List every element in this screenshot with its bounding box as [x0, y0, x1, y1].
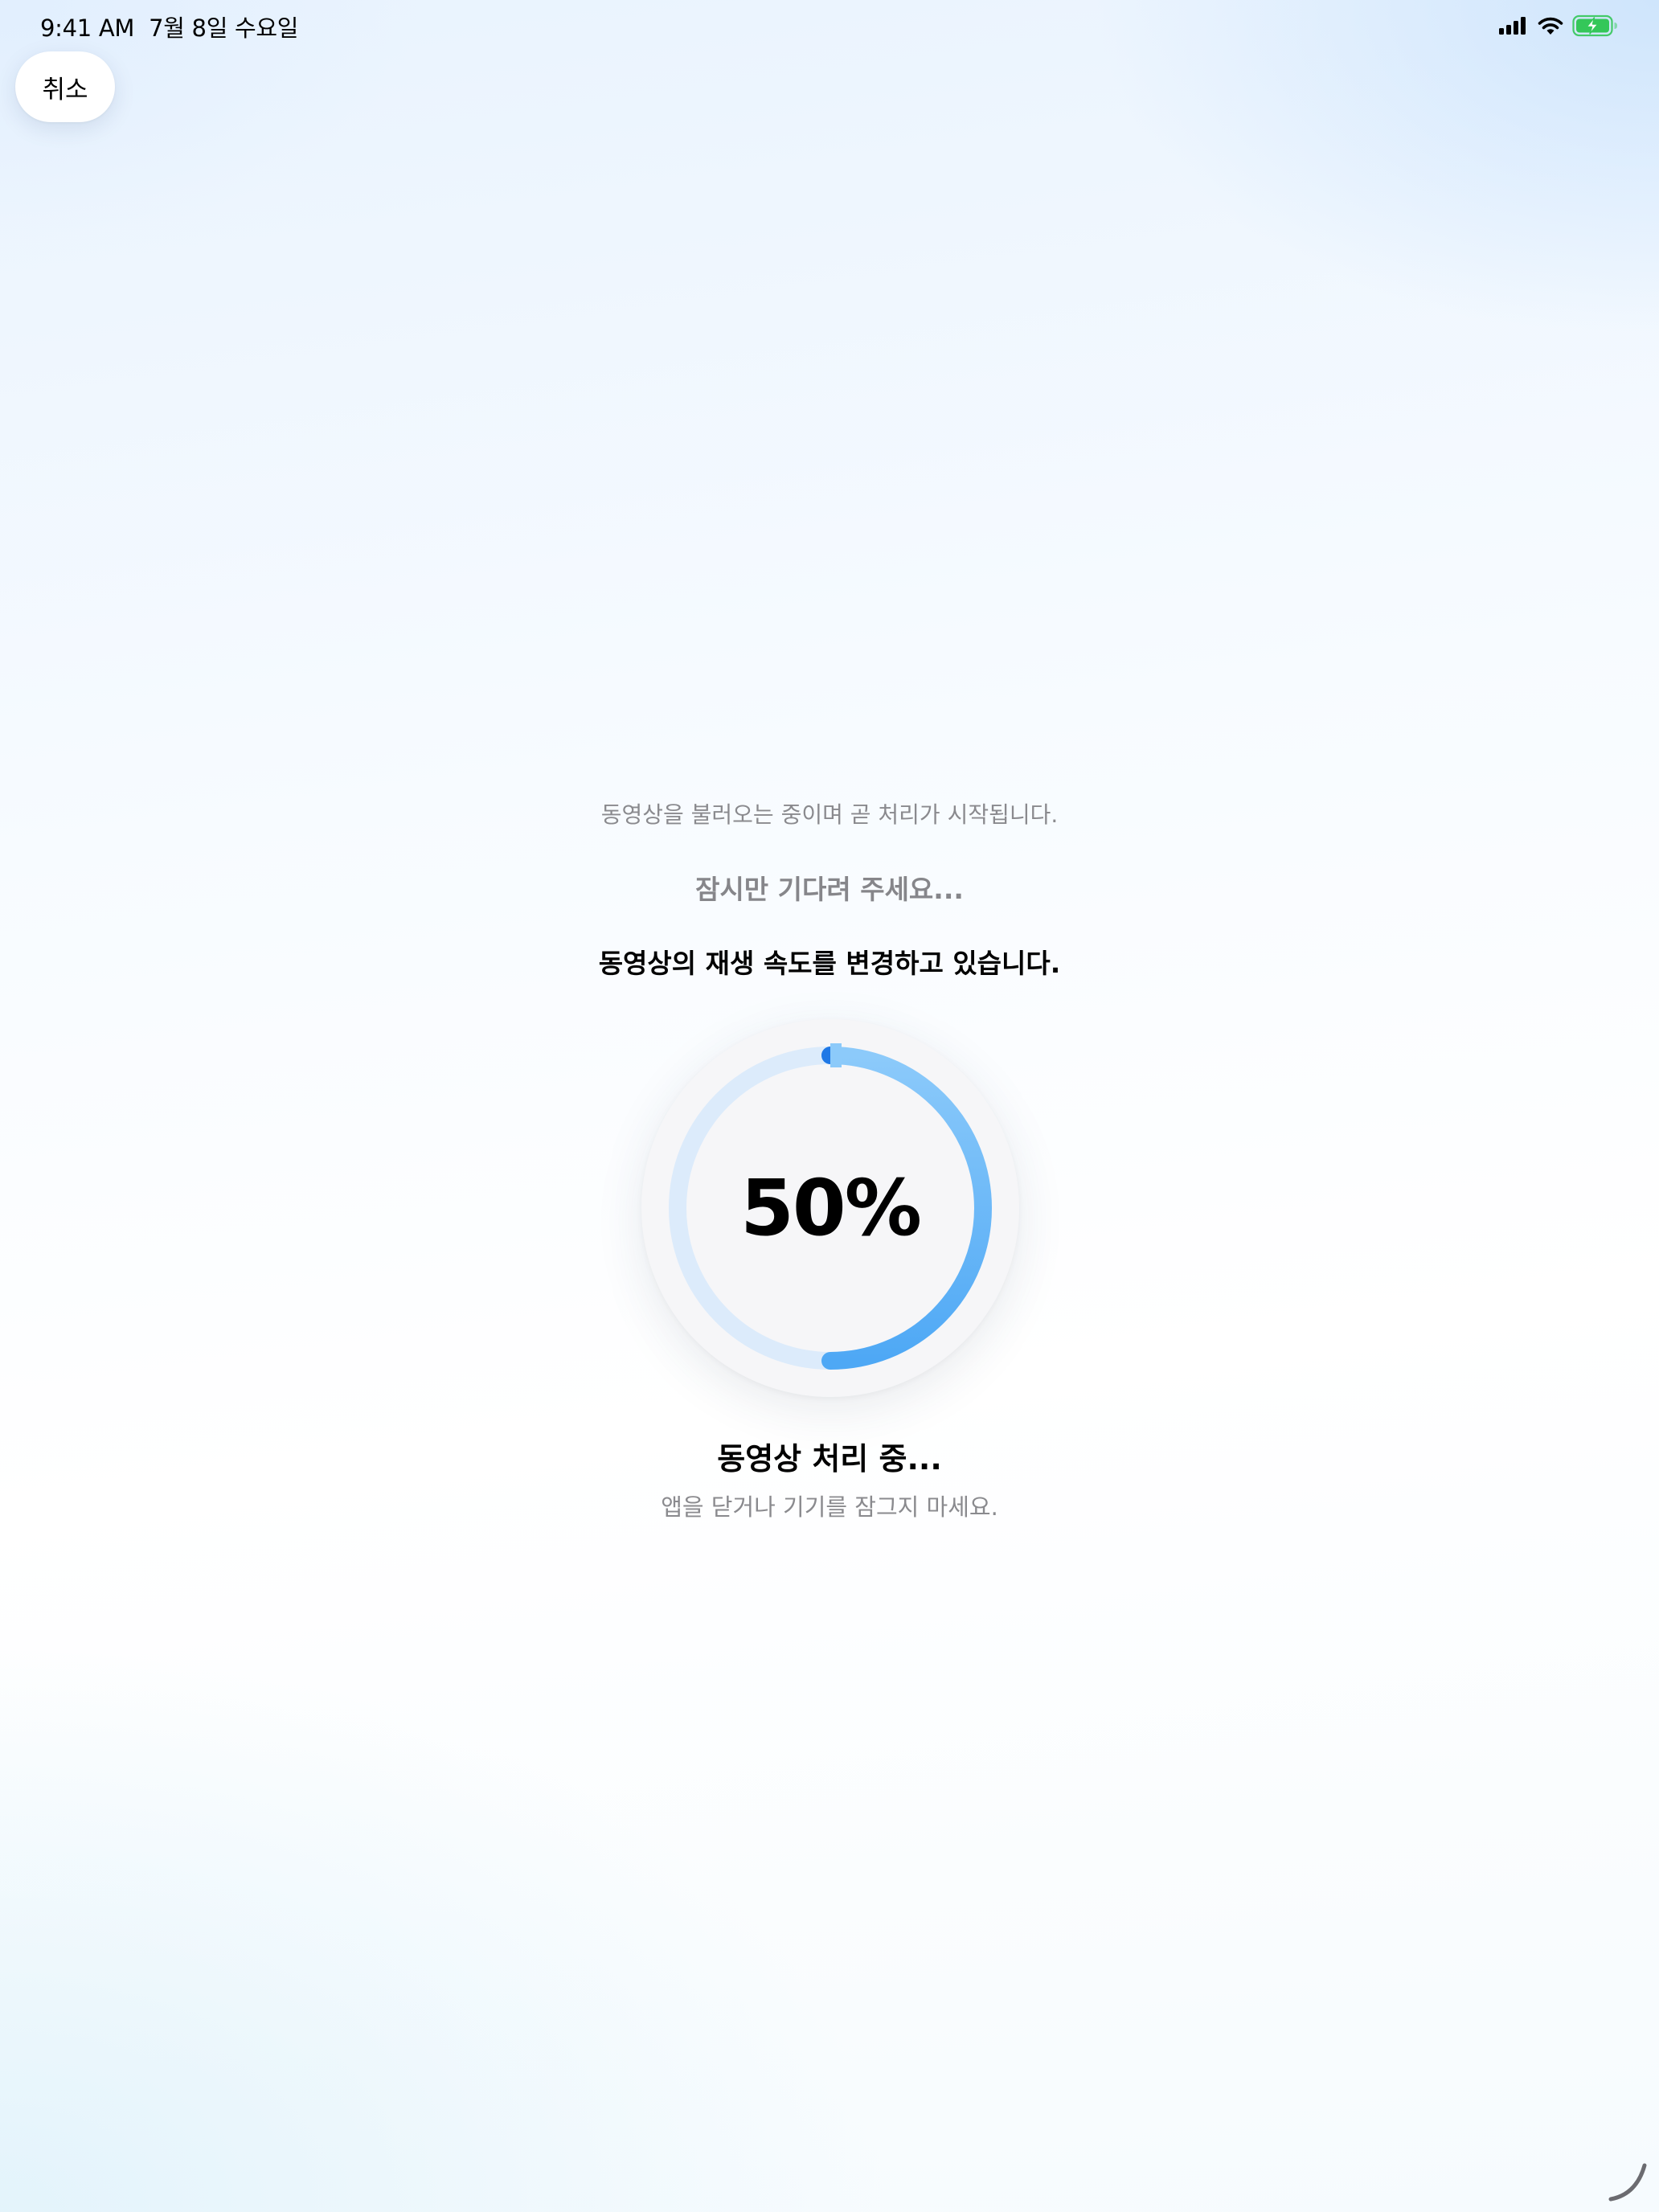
- loading-message: 동영상을 불러오는 중이며 곧 처리가 시작됩니다.: [600, 801, 1059, 828]
- status-icons: [1498, 14, 1619, 37]
- status-time-date: 9:41 AM 7월 8일 수요일: [40, 10, 313, 43]
- cancel-button[interactable]: 취소: [15, 51, 115, 122]
- wait-message: 잠시만 기다려 주세요...: [695, 874, 964, 905]
- processing-subtitle: 앱을 닫거나 기기를 잠그지 마세요.: [661, 1493, 998, 1521]
- progress-ring: 50%: [641, 1019, 1019, 1397]
- processing-title: 동영상 처리 중...: [717, 1441, 942, 1477]
- cellular-signal-icon: [1499, 17, 1526, 35]
- status-time: 9:41 AM: [40, 14, 135, 42]
- status-bar: 9:41 AM 7월 8일 수요일: [0, 0, 1659, 51]
- speed-change-message: 동영상의 재생 속도를 변경하고 있습니다.: [598, 948, 1061, 979]
- status-date: 7월 8일 수요일: [149, 14, 299, 42]
- corner-scroll-indicator: [1608, 2163, 1647, 2202]
- progress-percent: 50%: [740, 1163, 922, 1253]
- battery-charging-icon: [1572, 14, 1617, 37]
- wifi-icon: [1538, 17, 1563, 35]
